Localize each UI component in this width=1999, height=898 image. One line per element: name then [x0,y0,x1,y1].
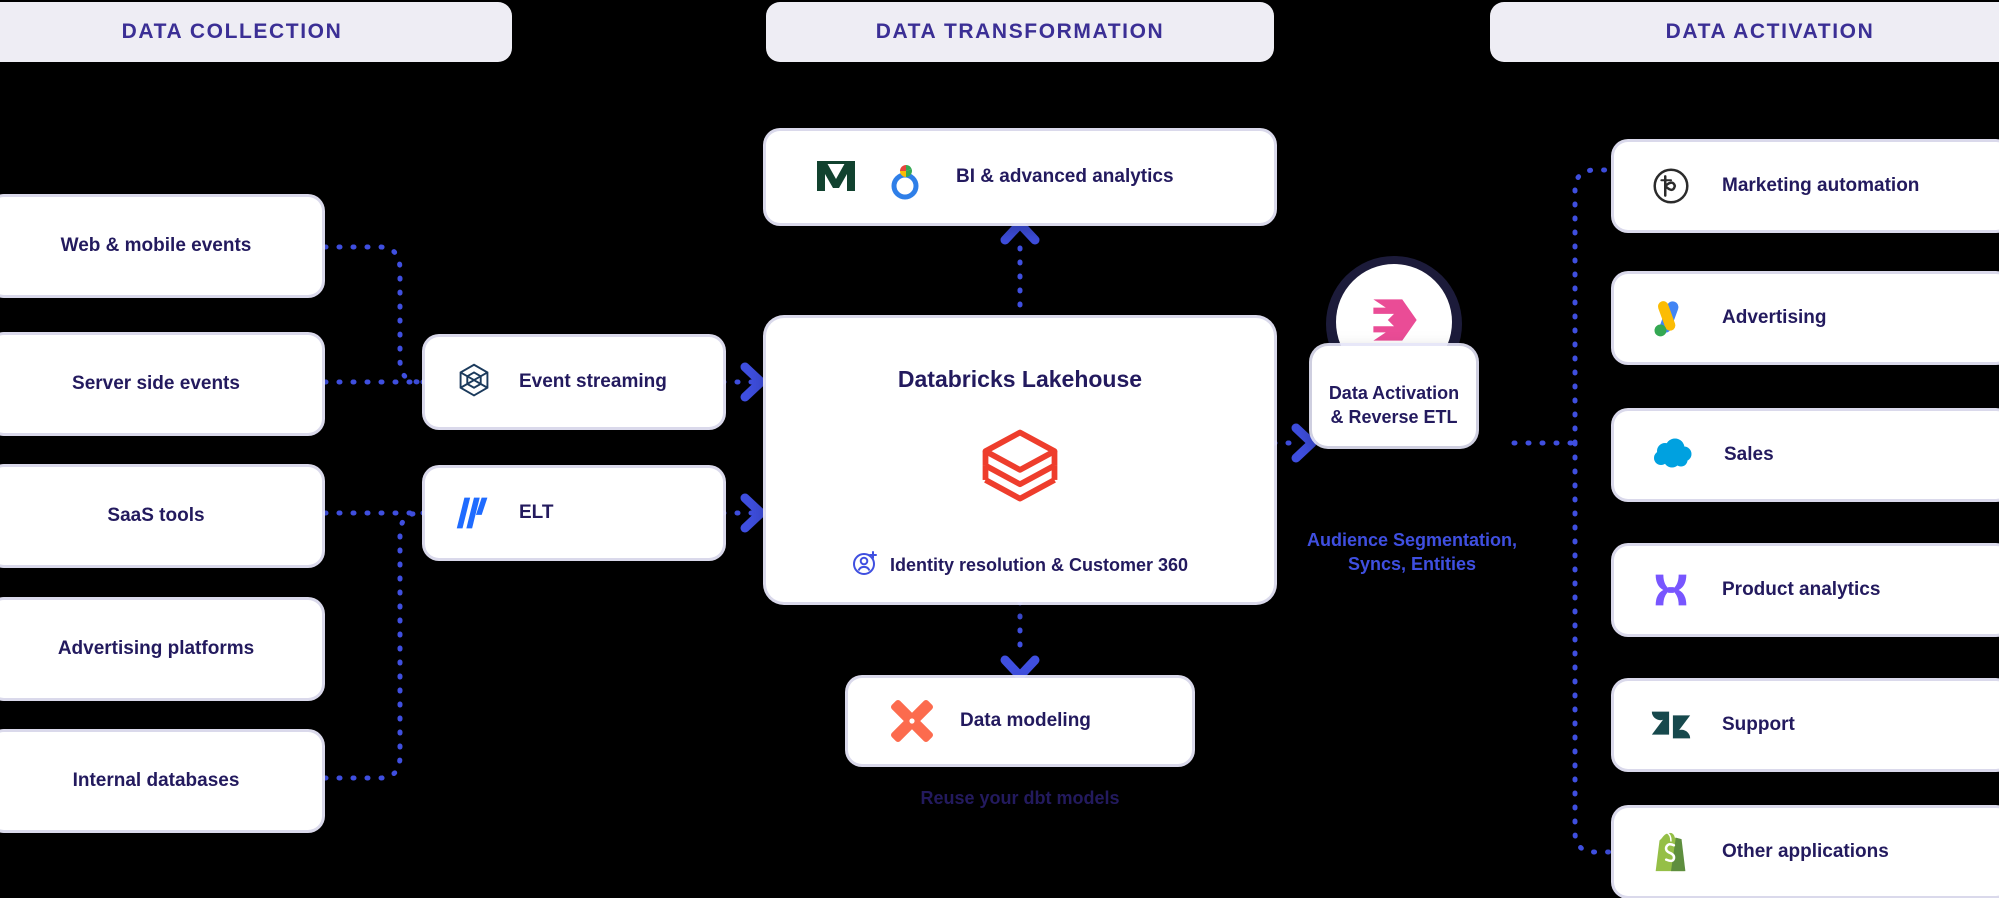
source-label: Internal databases [72,770,240,791]
ingest-card-elt[interactable]: ELT [425,468,723,558]
zendesk-z-icon [1648,702,1694,748]
wire-destinations-trunk-lower [1572,440,1623,855]
column-header-data-transformation: DATA TRANSFORMATION [766,2,1274,62]
destination-card-other-applications[interactable]: Other applications [1614,808,1999,896]
activation-line2: & Reverse ETL [1330,407,1458,428]
source-label: Advertising platforms [57,638,255,659]
arrow-event-streaming-to-lakehouse [740,362,766,402]
source-label: SaaS tools [107,505,205,526]
looker-rings-icon [882,153,930,201]
mode-m-icon [812,153,860,201]
fivetran-bars-icon [451,490,497,536]
modeling-caption: Reuse your dbt models [848,786,1192,810]
dbt-x-icon [888,697,936,745]
activation-caption: Audience Segmentation, Syncs, Entities [1272,528,1552,577]
ingest-card-event-streaming[interactable]: Event streaming [425,337,723,427]
activation-caption-line2: Syncs, Entities [1347,554,1477,575]
lakehouse-feature: Identity resolution & Customer 360 [852,550,1188,581]
ingest-label: ELT [519,502,554,523]
analytics-logos [812,153,930,201]
lakehouse-title: Databricks Lakehouse [897,366,1143,392]
source-card-advertising-platforms[interactable]: Advertising platforms [0,600,322,698]
source-label: Server side events [72,373,240,394]
google-ads-icon [1648,295,1694,341]
user-plus-circle-icon [852,550,878,581]
activation-caption-line1: Audience Segmentation, [1306,530,1518,550]
modeling-caption-text: Reuse your dbt models [920,788,1120,808]
arrow-lakehouse-to-modeling [1000,655,1040,681]
diagram-canvas: DATA COLLECTION DATA TRANSFORMATION DATA… [0,0,1999,898]
column-header-label: DATA TRANSFORMATION [875,20,1165,43]
modeling-label: Data modeling [960,710,1091,731]
source-card-web-mobile-events[interactable]: Web & mobile events [0,197,322,295]
arrow-lakehouse-to-activation [1291,423,1317,463]
arrow-lakehouse-to-bi [1000,219,1040,245]
column-header-data-collection: DATA COLLECTION [0,2,512,62]
braze-b-circle-icon [1648,163,1694,209]
salesforce-cloud-icon [1648,431,1696,479]
confluent-hexagon-icon [451,359,497,405]
destination-label: Product analytics [1722,579,1881,600]
activation-node[interactable]: Data Activation & Reverse ETL [1312,256,1512,456]
column-header-label: DATA ACTIVATION [1665,20,1875,43]
destination-label: Marketing automation [1722,175,1920,196]
destination-card-advertising[interactable]: Advertising [1614,274,1999,362]
lakehouse-feature-label: Identity resolution & Customer 360 [889,555,1189,575]
destination-card-product-analytics[interactable]: Product analytics [1614,546,1999,634]
source-card-internal-databases[interactable]: Internal databases [0,732,322,830]
arrow-elt-to-lakehouse [740,493,766,533]
column-header-label: DATA COLLECTION [121,20,343,43]
analytics-card-bi[interactable]: BI & advanced analytics [766,131,1274,223]
destination-label: Support [1722,714,1795,735]
destination-card-sales[interactable]: Sales [1614,411,1999,499]
activation-line1: Data Activation [1328,383,1460,404]
mixpanel-x-icon [1648,567,1694,613]
column-header-data-activation: DATA ACTIVATION [1490,2,1999,62]
source-label: Web & mobile events [60,235,252,256]
destination-label: Advertising [1722,307,1827,328]
activation-label-box: Data Activation & Reverse ETL [1312,346,1476,446]
destination-label: Sales [1724,444,1774,465]
destination-card-support[interactable]: Support [1614,681,1999,769]
lakehouse-card[interactable]: Databricks Lakehouse Identity resolution… [766,318,1274,602]
source-card-server-side-events[interactable]: Server side events [0,335,322,433]
source-card-saas-tools[interactable]: SaaS tools [0,467,322,565]
ingest-label: Event streaming [519,371,667,392]
destination-label: Other applications [1722,841,1889,862]
modeling-card[interactable]: Data modeling [848,678,1192,764]
analytics-label: BI & advanced analytics [956,166,1174,187]
databricks-stack-icon [974,421,1066,518]
destination-card-marketing-automation[interactable]: Marketing automation [1614,142,1999,230]
shopify-bag-icon [1648,829,1694,875]
